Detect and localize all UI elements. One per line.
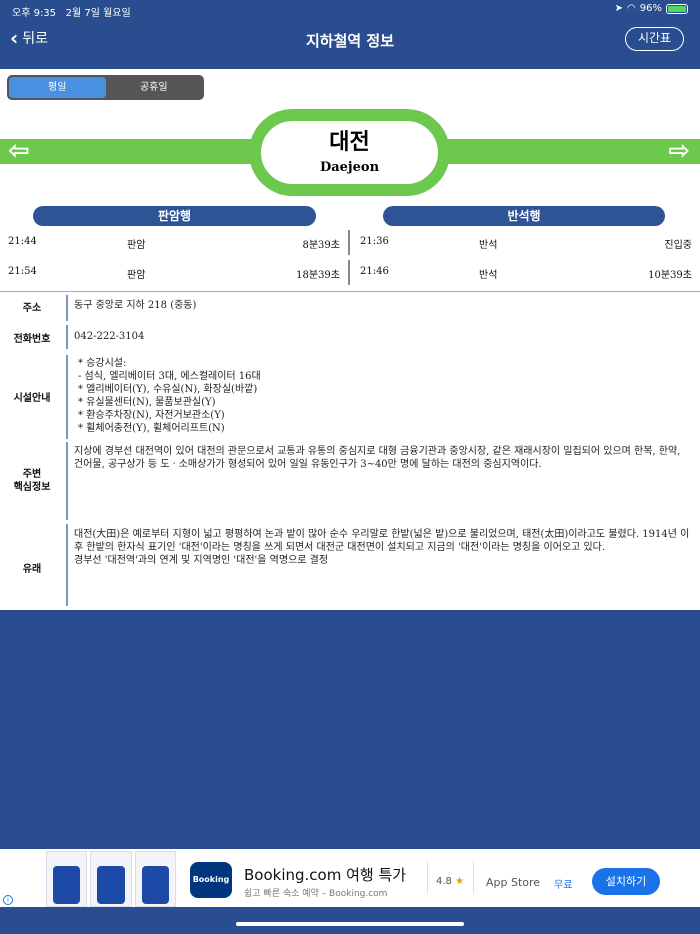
timetable-button[interactable]: 시간표 xyxy=(625,27,684,51)
facility-list: * 승강시설: - 섬식, 엘리베이터 3대, 에스컬레이터 16대 * 엘리베… xyxy=(78,357,692,435)
info-value: 대전(大田)은 예로부터 지형이 넓고 평평하여 논과 밭이 많아 순수 우리말… xyxy=(74,528,692,567)
station-info-panel: 평일 공휴일 ⇦ ⇨ 대전 Daejeon 판암행 반석행 21:44 판암 8… xyxy=(0,69,700,610)
ad-rating-value: 4.8 xyxy=(436,876,452,887)
info-divider xyxy=(66,524,68,606)
info-label: 주소 xyxy=(22,303,42,314)
train-time: 21:44 xyxy=(8,236,37,247)
star-icon: ★ xyxy=(455,876,465,887)
train-remaining: 8분39초 xyxy=(302,240,341,251)
ad-divider xyxy=(473,861,474,893)
facility-line: * 환승주차장(N), 자전거보관소(Y) xyxy=(78,410,225,421)
info-value: 042-222-3104 xyxy=(74,331,145,342)
info-divider xyxy=(66,442,68,520)
station-badge: 대전 Daejeon xyxy=(249,109,450,196)
ad-rating: 4.8 ★ xyxy=(436,876,464,887)
arrow-left-icon[interactable]: ⇦ xyxy=(8,137,30,165)
arrow-right-icon[interactable]: ⇨ xyxy=(668,137,690,165)
info-row-nearby: 주변 핵심정보 지상에 경부선 대전역이 있어 대전의 관문으로서 교통과 유통… xyxy=(0,442,700,520)
info-label: 시설안내 xyxy=(13,393,51,404)
train-row: 21:44 판암 8분39초 xyxy=(0,232,348,254)
navigation-bar: ‹ 뒤로 지하철역 정보 시간표 xyxy=(0,20,700,60)
info-label: 유래 xyxy=(22,564,42,575)
segment-weekday[interactable]: 평일 xyxy=(9,77,106,98)
info-divider xyxy=(66,295,68,321)
info-row-origin: 유래 대전(大田)은 예로부터 지형이 넓고 평평하여 논과 밭이 많아 순수 … xyxy=(0,524,700,606)
info-label-line: 핵심정보 xyxy=(13,482,51,493)
facility-line: - 섬식, 엘리베이터 3대, 에스컬레이터 16대 xyxy=(78,371,261,382)
install-button[interactable]: 설치하기 xyxy=(592,868,660,895)
day-type-segmented-control: 평일 공휴일 xyxy=(7,75,204,100)
status-bar: 오후 9:35 2월 7일 월요일 ➤ ◠ 96% xyxy=(0,0,700,20)
train-remaining: 진입중 xyxy=(664,240,692,251)
ad-price: 무료 xyxy=(554,880,573,891)
column-divider xyxy=(348,230,350,255)
ad-store-name: App Store xyxy=(486,876,541,889)
info-row-facilities: 시설안내 * 승강시설: - 섬식, 엘리베이터 3대, 에스컬레이터 16대 … xyxy=(0,355,700,439)
facility-line: * 휠체어충전(Y), 휠체어리프트(N) xyxy=(78,423,225,434)
origin-text: 경부선 '대전역'과의 연계 및 지역명인 '대전'을 역명으로 결정 xyxy=(74,555,329,566)
segment-holiday[interactable]: 공휴일 xyxy=(106,77,203,98)
column-divider xyxy=(348,260,350,285)
info-divider xyxy=(66,355,68,439)
ad-screenshot xyxy=(134,851,176,907)
info-row-address: 주소 동구 중앙로 지하 218 (중동) xyxy=(0,295,700,321)
train-time: 21:36 xyxy=(360,236,389,247)
train-row: 21:54 판암 18분39초 xyxy=(0,262,348,284)
status-time-date: 오후 9:35 2월 7일 월요일 xyxy=(12,4,131,19)
ad-title: Booking.com 여행 특가 xyxy=(244,866,407,884)
ad-screenshots xyxy=(46,851,176,907)
train-row: 21:36 반석 진입중 xyxy=(352,232,700,254)
train-destination: 반석 xyxy=(479,240,498,251)
origin-text: 대전(大田)은 예로부터 지형이 넓고 평평하여 논과 밭이 많아 순수 우리말… xyxy=(74,529,690,553)
info-value: 동구 중앙로 지하 218 (중동) xyxy=(74,300,197,311)
train-remaining: 10분39초 xyxy=(648,270,692,281)
train-destination: 판암 xyxy=(127,270,146,281)
direction-header-panam: 판암행 xyxy=(33,206,316,226)
section-divider xyxy=(0,291,700,292)
ad-divider xyxy=(427,861,428,893)
location-icon: ➤ xyxy=(614,3,624,14)
wifi-icon: ◠ xyxy=(627,3,636,14)
train-row: 21:46 반석 10분39초 xyxy=(352,262,700,284)
train-time: 21:46 xyxy=(360,266,389,277)
home-indicator[interactable] xyxy=(236,922,464,926)
info-label-line: 주변 xyxy=(22,469,42,480)
facility-line: * 유실물센터(N), 물품보관실(Y) xyxy=(78,397,216,408)
train-destination: 판암 xyxy=(127,240,146,251)
station-name-korean: 대전 xyxy=(329,130,370,155)
info-label: 전화번호 xyxy=(13,334,51,345)
nearby-text: 지상에 경부선 대전역이 있어 대전의 관문으로서 교통과 유통의 중심지로 대… xyxy=(74,446,681,470)
battery-icon xyxy=(666,3,688,14)
status-indicators: ➤ ◠ 96% xyxy=(615,3,688,14)
info-label: 주변 핵심정보 xyxy=(0,468,64,494)
train-destination: 반석 xyxy=(479,270,498,281)
ad-banner[interactable]: Booking Booking.com 여행 특가 쉽고 빠른 숙소 예약 – … xyxy=(0,849,700,907)
status-date: 2월 7일 월요일 xyxy=(65,8,131,19)
info-row-phone: 전화번호 042-222-3104 xyxy=(0,325,700,349)
ad-screenshot xyxy=(90,851,132,907)
info-divider xyxy=(66,325,68,349)
station-name-english: Daejeon xyxy=(319,160,380,175)
info-value: 지상에 경부선 대전역이 있어 대전의 관문으로서 교통과 유통의 중심지로 대… xyxy=(74,445,692,471)
status-time: 오후 9:35 xyxy=(12,8,57,19)
ad-screenshot xyxy=(46,851,88,907)
train-time: 21:54 xyxy=(8,266,37,277)
booking-logo-icon: Booking xyxy=(190,862,232,898)
ad-info-icon[interactable]: i xyxy=(3,895,13,905)
train-remaining: 18분39초 xyxy=(296,270,340,281)
direction-header-banseok: 반석행 xyxy=(383,206,665,226)
battery-percent: 96% xyxy=(639,3,662,14)
facility-line: * 엘리베이터(Y), 수유실(N), 화장실(바깥) xyxy=(78,384,258,395)
page-title: 지하철역 정보 xyxy=(305,32,395,50)
ad-subtitle: 쉽고 빠른 숙소 예약 – Booking.com xyxy=(244,889,388,899)
facility-line: * 승강시설: xyxy=(78,358,127,369)
